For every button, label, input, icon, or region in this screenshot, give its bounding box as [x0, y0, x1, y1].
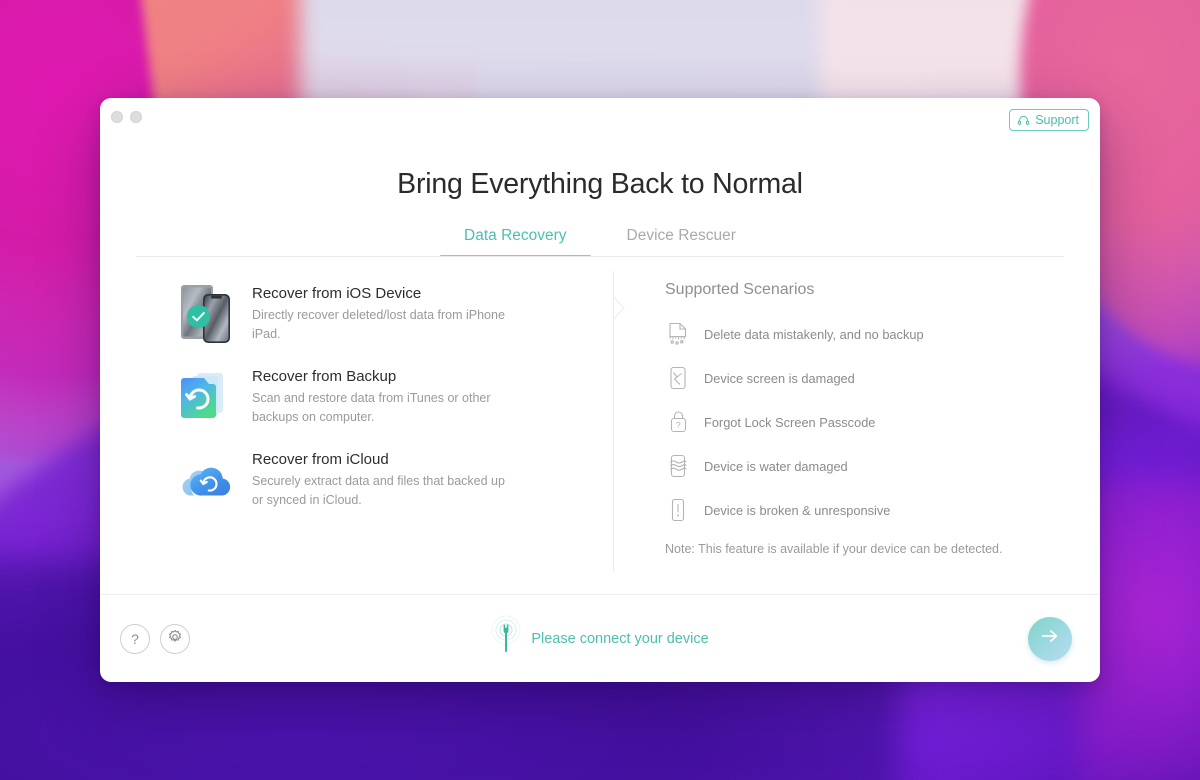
minimize-button[interactable] — [130, 111, 142, 123]
scenario-delete-data-mistakenly: Delete data mistakenly, and no backup — [665, 321, 1100, 347]
recovery-options-list: Recover from iOS Device Directly recover… — [100, 257, 613, 594]
desktop-wallpaper: Support Bring Everything Back to Normal … — [0, 0, 1200, 780]
support-button[interactable]: Support — [1009, 109, 1089, 131]
option-text-block: Recover from iOS Device Directly recover… — [252, 283, 593, 345]
connection-status-group: Please connect your device — [100, 614, 1100, 663]
divider-arrow-notch — [613, 296, 625, 320]
option-text-block: Recover from iCloud Securely extract dat… — [252, 449, 593, 511]
scenarios-title: Supported Scenarios — [665, 281, 815, 298]
footer-bar: ? Please connect your device — [100, 594, 1100, 682]
shredded-document-icon — [665, 321, 691, 347]
scenario-label: Forgot Lock Screen Passcode — [704, 414, 876, 430]
scenario-label: Delete data mistakenly, and no backup — [704, 326, 924, 342]
support-label: Support — [1035, 113, 1079, 127]
tab-device-rescuer[interactable]: Device Rescuer — [627, 227, 736, 257]
option-recover-from-icloud[interactable]: Recover from iCloud Securely extract dat… — [100, 449, 613, 511]
option-title: Recover from Backup — [252, 368, 397, 385]
option-text-block: Recover from Backup Scan and restore dat… — [252, 366, 593, 428]
lock-question-icon: ? — [665, 409, 691, 435]
water-damage-icon — [665, 453, 691, 479]
scenario-label: Device is water damaged — [704, 458, 848, 474]
exclamation-device-icon — [665, 497, 691, 523]
scenario-label: Device is broken & unresponsive — [704, 502, 891, 518]
footer-left-actions: ? — [120, 623, 190, 654]
backup-folder-icon — [178, 366, 234, 428]
main-content: Recover from iOS Device Directly recover… — [100, 257, 1100, 594]
cracked-screen-icon — [665, 365, 691, 391]
application-window: Support Bring Everything Back to Normal … — [100, 98, 1100, 682]
supported-scenarios-panel: Supported Scenarios Delete data mistaken… — [613, 257, 1100, 594]
page-title: Bring Everything Back to Normal — [397, 168, 803, 200]
selected-check-icon — [187, 305, 210, 328]
option-title: Recover from iCloud — [252, 451, 389, 468]
settings-button[interactable] — [160, 623, 190, 654]
headset-icon — [1017, 114, 1030, 127]
option-recover-from-ios-device[interactable]: Recover from iOS Device Directly recover… — [100, 283, 613, 345]
window-controls — [111, 111, 142, 123]
gear-icon — [167, 629, 183, 648]
connector-pin-icon — [491, 614, 521, 663]
tab-bar: Data Recovery Device Rescuer — [100, 227, 1100, 257]
option-description: Securely extract data and files that bac… — [252, 474, 505, 508]
icloud-icon — [178, 449, 234, 511]
connect-status-text: Please connect your device — [531, 630, 709, 647]
option-description: Directly recover deleted/lost data from … — [252, 308, 505, 342]
next-button[interactable] — [1028, 616, 1072, 661]
scenario-forgot-passcode: ? Forgot Lock Screen Passcode — [665, 409, 1100, 435]
svg-text:?: ? — [675, 420, 680, 430]
scenario-screen-damaged: Device screen is damaged — [665, 365, 1100, 391]
option-recover-from-backup[interactable]: Recover from Backup Scan and restore dat… — [100, 366, 613, 428]
question-mark-icon: ? — [131, 630, 139, 647]
arrow-right-icon — [1039, 625, 1061, 652]
scenario-broken-unresponsive: Device is broken & unresponsive — [665, 497, 1100, 523]
scenario-water-damaged: Device is water damaged — [665, 453, 1100, 479]
close-button[interactable] — [111, 111, 123, 123]
tab-data-recovery[interactable]: Data Recovery — [440, 227, 590, 257]
option-title: Recover from iOS Device — [252, 285, 422, 302]
scenarios-note: Note: This feature is available if your … — [665, 542, 1003, 556]
option-description: Scan and restore data from iTunes or oth… — [252, 391, 491, 425]
help-button[interactable]: ? — [120, 623, 150, 654]
window-titlebar: Support — [100, 98, 1100, 140]
scenario-label: Device screen is damaged — [704, 370, 855, 386]
